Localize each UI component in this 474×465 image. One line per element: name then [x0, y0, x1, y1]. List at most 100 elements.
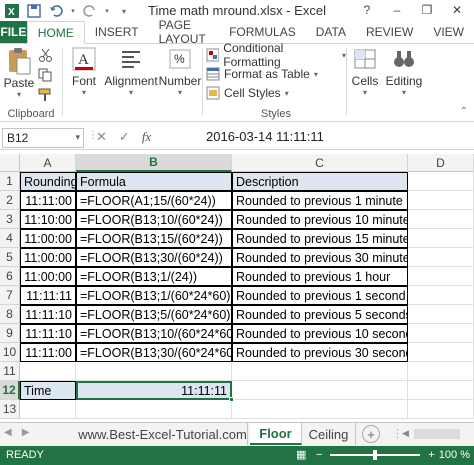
font-group[interactable]: A Font ▾: [66, 44, 102, 122]
cell-C9[interactable]: Rounded to previous 10 seconds: [232, 324, 408, 343]
row-header-6[interactable]: 6: [0, 267, 20, 286]
cell-D5[interactable]: [408, 248, 474, 267]
cell-B5[interactable]: =FLOOR(B13;30/(60*24)): [76, 248, 232, 267]
row-header-1[interactable]: 1: [0, 172, 20, 191]
cell-D7[interactable]: [408, 286, 474, 305]
confirm-entry-icon[interactable]: ✓: [119, 129, 130, 145]
cell-B13[interactable]: [76, 400, 232, 419]
cell-B12[interactable]: 11:11:11: [76, 381, 232, 400]
row-header-8[interactable]: 8: [0, 305, 20, 324]
cell-C2[interactable]: Rounded to previous 1 minute: [232, 191, 408, 210]
cell-B7[interactable]: =FLOOR(B13;1/(60*24*60)): [76, 286, 232, 305]
cell-D2[interactable]: [408, 191, 474, 210]
cell-A13[interactable]: [20, 400, 76, 419]
scroll-left-icon[interactable]: ◀: [402, 428, 409, 439]
row-header-4[interactable]: 4: [0, 229, 20, 248]
column-header-a[interactable]: A: [20, 154, 76, 172]
cell-D6[interactable]: [408, 267, 474, 286]
cancel-entry-icon[interactable]: ✕: [96, 129, 107, 145]
cell-A4[interactable]: 11:00:00: [20, 229, 76, 248]
cell-C4[interactable]: Rounded to previous 15 minutes: [232, 229, 408, 248]
cell-B9[interactable]: =FLOOR(B13;10/(60*24*60)): [76, 324, 232, 343]
help-button[interactable]: ?: [352, 0, 382, 20]
column-header-b[interactable]: B: [76, 154, 232, 172]
cell-C5[interactable]: Rounded to previous 30 minutes: [232, 248, 408, 267]
row-header-5[interactable]: 5: [0, 248, 20, 267]
sheet-tab-floor[interactable]: Floor: [250, 423, 302, 445]
editing-group[interactable]: Editing ▾: [384, 44, 424, 122]
restore-button[interactable]: ❐: [412, 0, 442, 20]
cell-A12[interactable]: Time: [20, 381, 76, 400]
prev-sheet-icon[interactable]: ◀: [4, 427, 12, 438]
cell-D13[interactable]: [408, 400, 474, 419]
tab-data[interactable]: DATA: [306, 21, 356, 43]
cell-A2[interactable]: 11:11:00: [20, 191, 76, 210]
row-header-9[interactable]: 9: [0, 324, 20, 343]
zoom-level[interactable]: 100 %: [439, 449, 470, 461]
cell-B2[interactable]: =FLOOR(A1;15/(60*24)): [76, 191, 232, 210]
cell-A9[interactable]: 11:11:10: [20, 324, 76, 343]
number-group[interactable]: % Number ▾: [158, 44, 202, 122]
cell-A3[interactable]: 11:10:00: [20, 210, 76, 229]
row-header-2[interactable]: 2: [0, 191, 20, 210]
minimize-button[interactable]: –: [382, 0, 412, 20]
row-header-7[interactable]: 7: [0, 286, 20, 305]
next-sheet-icon[interactable]: ▶: [22, 427, 30, 438]
fill-handle[interactable]: [229, 397, 234, 402]
cell-C10[interactable]: Rounded to previous 30 seconds: [232, 343, 408, 362]
cell-A6[interactable]: 11:00:00: [20, 267, 76, 286]
format-as-table-button[interactable]: Format as Table ▾: [206, 65, 346, 83]
tab-insert[interactable]: INSERT: [85, 21, 149, 43]
horizontal-scrollbar[interactable]: [414, 429, 460, 439]
conditional-formatting-button[interactable]: Conditional Formatting ▾: [206, 41, 346, 69]
cell-styles-button[interactable]: Cell Styles ▾: [206, 84, 346, 102]
zoom-out-button[interactable]: −: [316, 449, 322, 461]
cell-B10[interactable]: =FLOOR(B13;30/(60*24*60)): [76, 343, 232, 362]
cell-D11[interactable]: [408, 362, 474, 381]
cut-icon[interactable]: [38, 48, 54, 62]
zoom-slider[interactable]: [330, 450, 421, 460]
cells-group[interactable]: Cells ▾: [348, 44, 382, 122]
cell-C13[interactable]: [232, 400, 408, 419]
cell-A10[interactable]: 11:11:00: [20, 343, 76, 362]
worksheet-grid[interactable]: A B C D 1 Rounding Formula Description 2 11:1…: [0, 154, 474, 422]
cell-A7[interactable]: 11:11:11: [20, 286, 76, 305]
paste-button[interactable]: Paste ▾: [4, 46, 34, 99]
row-header-10[interactable]: 10: [0, 343, 20, 362]
name-box[interactable]: B12 ▾: [2, 128, 84, 148]
cell-D1[interactable]: [408, 172, 474, 191]
cell-B4[interactable]: =FLOOR(B13;15/(60*24)): [76, 229, 232, 248]
column-header-d[interactable]: D: [408, 154, 474, 172]
cell-B8[interactable]: =FLOOR(B13;5/(60*24*60)): [76, 305, 232, 324]
cell-D3[interactable]: [408, 210, 474, 229]
new-sheet-button[interactable]: +: [362, 425, 380, 443]
collapse-ribbon-icon[interactable]: ⌃: [460, 106, 468, 117]
zoom-slider-knob[interactable]: [373, 450, 378, 460]
row-header-12[interactable]: 12: [0, 381, 20, 400]
cell-B6[interactable]: =FLOOR(B13;1/(24)): [76, 267, 232, 286]
close-button[interactable]: ✕: [442, 0, 472, 20]
zoom-in-button[interactable]: +: [428, 449, 434, 461]
cell-D4[interactable]: [408, 229, 474, 248]
row-header-13[interactable]: 13: [0, 400, 20, 419]
page-view-icon[interactable]: ▦: [296, 448, 306, 461]
cell-B3[interactable]: =FLOOR(B13;10/(60*24)): [76, 210, 232, 229]
copy-icon[interactable]: [38, 68, 54, 82]
formula-input[interactable]: 2016-03-14 11:11:11: [206, 129, 324, 144]
tab-home[interactable]: HOME: [26, 21, 85, 44]
cell-D8[interactable]: [408, 305, 474, 324]
insert-function-button[interactable]: fx: [142, 129, 151, 145]
column-header-c[interactable]: C: [232, 154, 408, 172]
cell-B11[interactable]: [76, 362, 232, 381]
cell-C1[interactable]: Description: [232, 172, 408, 191]
cell-C12[interactable]: [232, 381, 408, 400]
tab-page-layout[interactable]: PAGE LAYOUT: [149, 18, 219, 46]
tab-view[interactable]: VIEW: [423, 21, 474, 43]
cell-A11[interactable]: [20, 362, 76, 381]
cell-C7[interactable]: Rounded to previous 1 second: [232, 286, 408, 305]
cell-D10[interactable]: [408, 343, 474, 362]
row-header-3[interactable]: 3: [0, 210, 20, 229]
select-all-corner[interactable]: [0, 154, 20, 172]
cell-C6[interactable]: Rounded to previous 1 hour: [232, 267, 408, 286]
cell-D12[interactable]: [408, 381, 474, 400]
